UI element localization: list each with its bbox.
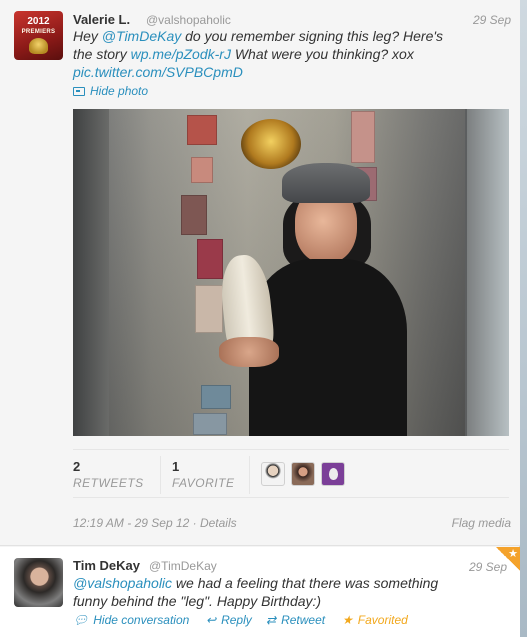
stats-divider xyxy=(249,456,250,494)
favorited-label: Favorited xyxy=(357,613,408,627)
retweet-icon: ⇄ xyxy=(266,613,277,627)
trophy-icon xyxy=(29,38,48,54)
person-hand xyxy=(219,337,279,367)
wall-photo xyxy=(193,413,227,435)
wall-photo xyxy=(351,111,375,163)
hide-photo-label: Hide photo xyxy=(90,84,149,98)
tweet-reply[interactable]: ★ Tim DeKay @TimDeKay 29 Sep @valshopaho… xyxy=(0,547,520,637)
flag-media-link[interactable]: Flag media xyxy=(452,516,511,530)
tweet-text: @valshopaholic we had a feeling that the… xyxy=(73,574,463,610)
tweet-date[interactable]: 29 Sep xyxy=(473,13,511,27)
favorited-button[interactable]: ★ Favorited xyxy=(342,613,408,627)
mention-link[interactable]: @valshopaholic xyxy=(73,575,172,591)
hide-photo-button[interactable]: Hide photo xyxy=(73,84,148,98)
photo-link[interactable]: pic.twitter.com/SVPBCpmD xyxy=(73,64,243,80)
user-handle[interactable]: @TimDeKay xyxy=(149,559,217,573)
speech-bubble-icon: 💬︎ xyxy=(73,613,89,627)
text-fragment: Hey xyxy=(73,28,102,44)
user-name[interactable]: Tim DeKay xyxy=(73,558,140,573)
tweet-expanded[interactable]: 2012 PREMIERS Valerie L. @valshopaholic … xyxy=(0,0,520,546)
person-hat xyxy=(282,163,370,203)
favorites-count[interactable]: 1 xyxy=(172,459,179,474)
retweets-count[interactable]: 2 xyxy=(73,459,80,474)
wall-photo xyxy=(197,239,223,279)
retweets-label[interactable]: RETWEETS xyxy=(73,476,144,490)
favorites-label[interactable]: FAVORITE xyxy=(172,476,234,490)
story-link[interactable]: wp.me/pZodk-rJ xyxy=(131,46,231,62)
wall-photo xyxy=(187,115,217,145)
avatar[interactable] xyxy=(14,558,63,607)
wall-photo xyxy=(191,157,213,183)
reply-label: Reply xyxy=(221,613,252,627)
avatar[interactable]: 2012 PREMIERS xyxy=(14,11,63,60)
reply-arrow-icon: ↩ xyxy=(206,613,217,627)
wall-photo xyxy=(181,195,207,235)
text-fragment: do you remember signing this leg? Here's xyxy=(181,28,444,44)
retweet-button[interactable]: ⇄ Retweet xyxy=(266,613,325,627)
user-name[interactable]: Valerie L. xyxy=(73,12,130,27)
wall-photo xyxy=(195,285,223,333)
favoriter-avatar[interactable] xyxy=(261,462,285,486)
favoriter-avatar[interactable] xyxy=(321,462,345,486)
photo-icon xyxy=(73,86,85,96)
timeline-card: 2012 PREMIERS Valerie L. @valshopaholic … xyxy=(0,0,520,637)
hide-conversation-button[interactable]: 💬︎ Hide conversation xyxy=(73,613,189,627)
tweet-date[interactable]: 29 Sep xyxy=(469,560,507,574)
photo-door xyxy=(73,109,109,436)
tweet-photo[interactable] xyxy=(73,109,509,436)
wall-photo xyxy=(201,385,231,409)
tweet-text: Hey @TimDeKay do you remember signing th… xyxy=(73,27,473,81)
hide-conversation-label: Hide conversation xyxy=(93,613,190,627)
retweet-label: Retweet xyxy=(281,613,326,627)
star-icon: ★ xyxy=(342,613,353,627)
avatar-sub-text: PREMIERS xyxy=(21,29,56,35)
tweet-timestamp-details[interactable]: 12:19 AM - 29 Sep 12 · Details xyxy=(73,516,237,530)
stats-divider xyxy=(160,456,161,494)
text-fragment: we had a feeling that there was somethin… xyxy=(172,575,439,591)
reply-button[interactable]: ↩ Reply xyxy=(206,613,252,627)
avatar-year-text: 2012 xyxy=(27,16,50,27)
text-fragment: the story xyxy=(73,46,131,62)
text-fragment: What were you thinking? xox xyxy=(230,46,414,62)
mention-link[interactable]: @TimDeKay xyxy=(102,28,181,44)
star-icon: ★ xyxy=(508,548,518,560)
text-fragment: funny behind the "leg". Happy Birthday:) xyxy=(73,593,322,609)
photo-shelf xyxy=(465,109,509,436)
tweet-stats: 2 RETWEETS 1 FAVORITE xyxy=(73,449,509,498)
favoriter-avatar[interactable] xyxy=(291,462,315,486)
pennant-decoration xyxy=(241,119,301,169)
user-handle[interactable]: @valshopaholic xyxy=(146,13,231,27)
